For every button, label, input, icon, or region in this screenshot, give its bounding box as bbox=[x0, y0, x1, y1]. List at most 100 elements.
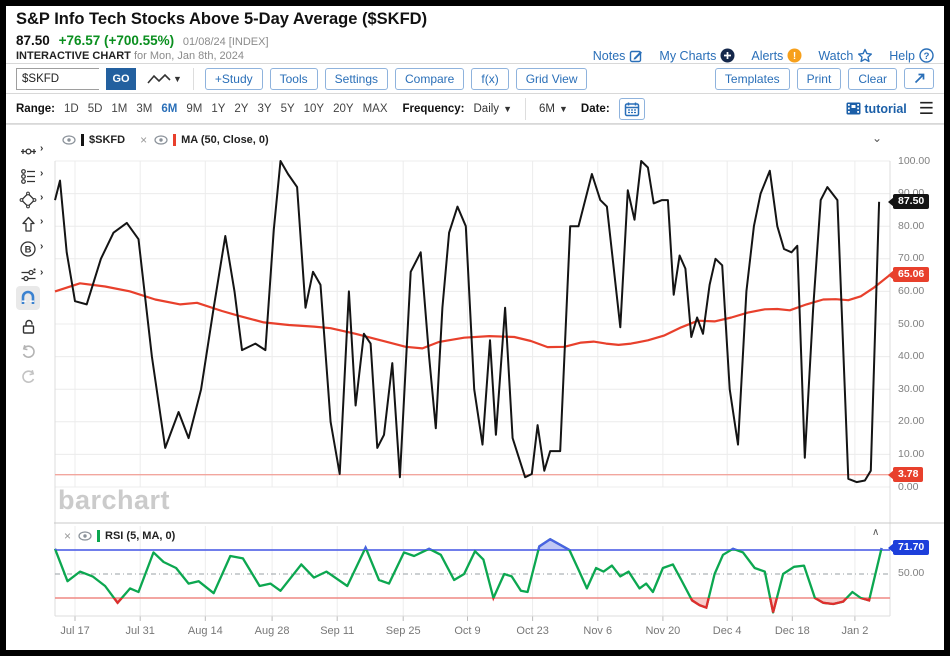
page-title: S&P Info Tech Stocks Above 5-Day Average… bbox=[16, 10, 427, 29]
magnet-tool[interactable] bbox=[16, 286, 40, 310]
arrow-tool-expand[interactable]: › bbox=[40, 216, 43, 227]
toolbar-button-f-x-[interactable]: f(x) bbox=[471, 68, 508, 90]
toolbar-button--study[interactable]: +Study bbox=[205, 68, 263, 90]
remove-rsi-icon[interactable]: × bbox=[62, 529, 73, 543]
shapes-tool[interactable] bbox=[16, 188, 40, 212]
range-bar-right: tutorial ☰ bbox=[846, 100, 934, 117]
chevron-down-icon: ▼ bbox=[503, 104, 512, 114]
y-axis-tick-label: 50.00 bbox=[898, 318, 942, 330]
toolbar-button-compare[interactable]: Compare bbox=[395, 68, 464, 90]
line-studies-tool[interactable] bbox=[16, 164, 40, 188]
buy-sell-marker-tool-expand[interactable]: › bbox=[40, 241, 43, 252]
toolbar-button-settings[interactable]: Settings bbox=[325, 68, 388, 90]
visibility-eye-icon[interactable] bbox=[62, 135, 76, 145]
range-3y[interactable]: 3Y bbox=[257, 103, 271, 115]
y-axis-tick-label: 0.00 bbox=[898, 481, 942, 493]
date-label: Date: bbox=[581, 103, 610, 115]
period-value: 6M bbox=[539, 103, 555, 115]
x-axis-tick-label: Nov 20 bbox=[645, 625, 680, 637]
x-axis-tick-label: Jul 17 bbox=[60, 625, 89, 637]
annotation-tool-expand[interactable]: › bbox=[40, 143, 43, 154]
lock-tool[interactable] bbox=[16, 314, 40, 338]
shapes-tool-expand[interactable]: › bbox=[40, 192, 43, 203]
range-10y[interactable]: 10Y bbox=[304, 103, 324, 115]
frequency-select[interactable]: Daily ▼ bbox=[474, 103, 512, 115]
range-1d[interactable]: 1D bbox=[64, 103, 79, 115]
range-5d[interactable]: 5D bbox=[88, 103, 103, 115]
visibility-eye-icon[interactable] bbox=[78, 531, 92, 541]
range-label: Range: bbox=[16, 103, 55, 115]
question-circle-icon: ? bbox=[919, 48, 934, 63]
calendar-icon bbox=[624, 101, 640, 117]
toolbar-button-tools[interactable]: Tools bbox=[270, 68, 318, 90]
chevron-down-icon: ▼ bbox=[559, 104, 568, 114]
svg-text:B: B bbox=[25, 245, 32, 256]
redo-button[interactable] bbox=[16, 364, 40, 388]
alert-circle-icon: ! bbox=[787, 48, 802, 63]
expand-chart-button[interactable] bbox=[904, 68, 934, 89]
toolbar-button-grid-view[interactable]: Grid View bbox=[516, 68, 588, 90]
range-6m[interactable]: 6M bbox=[161, 103, 177, 115]
range-max[interactable]: MAX bbox=[363, 103, 388, 115]
annotation-tool[interactable] bbox=[16, 139, 40, 163]
range-9m[interactable]: 9M bbox=[186, 103, 202, 115]
app-window: S&P Info Tech Stocks Above 5-Day Average… bbox=[0, 0, 950, 656]
range-bar: Range: 1D5D1M3M6M9M1Y2Y3Y5Y10Y20YMAX Fre… bbox=[6, 94, 944, 124]
range-20y[interactable]: 20Y bbox=[333, 103, 353, 115]
collapse-main-pane-icon[interactable]: ⌄ bbox=[872, 131, 882, 145]
x-axis-tick-label: Nov 6 bbox=[583, 625, 612, 637]
series-color-chip bbox=[81, 134, 84, 146]
toolbar-button-clear[interactable]: Clear bbox=[848, 68, 897, 90]
undo-button[interactable] bbox=[16, 339, 40, 363]
indicator-sliders-tool[interactable] bbox=[16, 263, 40, 287]
notes-label: Notes bbox=[593, 49, 626, 63]
frequency-value: Daily bbox=[474, 103, 500, 115]
toolbar-buttons: +Study Tools Settings Compare f(x) Grid View bbox=[205, 68, 588, 90]
toolbar-button-templates[interactable]: Templates bbox=[715, 68, 790, 90]
indicator-sliders-tool-expand[interactable]: › bbox=[40, 267, 43, 278]
range-3m[interactable]: 3M bbox=[136, 103, 152, 115]
symbol-legend-label: $SKFD bbox=[89, 134, 125, 146]
y-axis-tick-label: 80.00 bbox=[898, 220, 942, 232]
y-axis-tick-label: 30.00 bbox=[898, 383, 942, 395]
barchart-watermark: barchart bbox=[58, 485, 170, 516]
subtitle-rest: for Mon, Jan 8th, 2024 bbox=[134, 50, 244, 62]
alerts-link[interactable]: Alerts ! bbox=[751, 48, 802, 63]
x-axis-tick-label: Jan 2 bbox=[841, 625, 868, 637]
notes-icon bbox=[629, 49, 643, 63]
visibility-eye-icon[interactable] bbox=[154, 135, 168, 145]
line-studies-tool-expand[interactable]: › bbox=[40, 168, 43, 179]
toolbar-button-print[interactable]: Print bbox=[797, 68, 842, 90]
remove-ma-icon[interactable]: × bbox=[138, 133, 149, 147]
toolbar-right-buttons: Templates Print Clear bbox=[715, 68, 897, 90]
alerts-label: Alerts bbox=[751, 49, 783, 63]
chart-type-selector[interactable]: ▼ bbox=[147, 72, 182, 86]
date-picker-button[interactable] bbox=[619, 98, 645, 120]
my-charts-link[interactable]: My Charts bbox=[659, 48, 735, 63]
range-2y[interactable]: 2Y bbox=[234, 103, 248, 115]
hamburger-menu-icon[interactable]: ☰ bbox=[919, 100, 934, 117]
help-label: Help bbox=[889, 49, 915, 63]
range-1y[interactable]: 1Y bbox=[211, 103, 225, 115]
subtitle-bold: INTERACTIVE CHART bbox=[16, 50, 131, 62]
x-axis-tick-label: Jul 31 bbox=[125, 625, 154, 637]
x-axis-tick-label: Dec 4 bbox=[713, 625, 742, 637]
range-5y[interactable]: 5Y bbox=[281, 103, 295, 115]
collapse-rsi-pane-icon[interactable]: ∧ bbox=[872, 527, 879, 538]
ma-legend-label: MA (50, Close, 0) bbox=[181, 134, 269, 146]
go-button[interactable]: GO bbox=[106, 68, 136, 90]
header: S&P Info Tech Stocks Above 5-Day Average… bbox=[6, 6, 944, 63]
price-and-rsi-chart[interactable] bbox=[6, 125, 944, 651]
notes-link[interactable]: Notes bbox=[593, 49, 644, 63]
range-1m[interactable]: 1M bbox=[111, 103, 127, 115]
expand-arrow-icon bbox=[913, 72, 926, 85]
buy-sell-marker-tool[interactable]: B bbox=[16, 237, 40, 261]
symbol-input[interactable] bbox=[16, 68, 99, 90]
arrow-tool[interactable] bbox=[16, 212, 40, 236]
period-select[interactable]: 6M ▼ bbox=[539, 103, 568, 115]
y-axis-tick-label: 10.00 bbox=[898, 448, 942, 460]
rsi-color-chip bbox=[97, 530, 100, 542]
watch-link[interactable]: Watch bbox=[818, 48, 873, 63]
help-link[interactable]: Help ? bbox=[889, 48, 934, 63]
tutorial-link[interactable]: tutorial bbox=[846, 102, 906, 116]
